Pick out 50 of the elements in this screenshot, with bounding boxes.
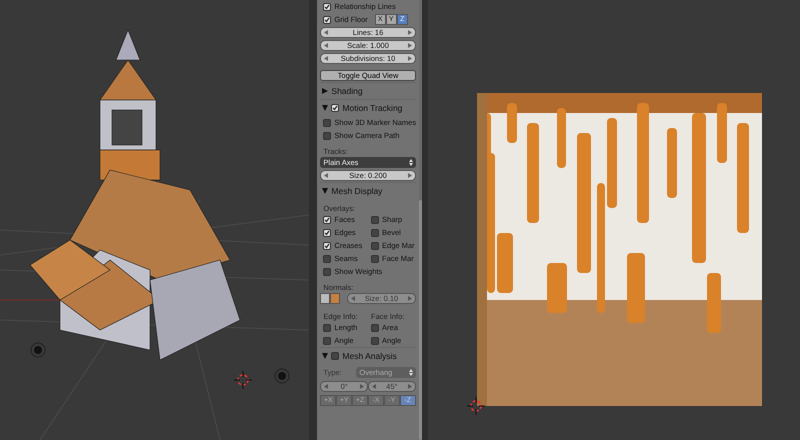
- checkbox[interactable]: [371, 242, 380, 250]
- down-triangle-icon[interactable]: [322, 353, 328, 359]
- checkbox[interactable]: [323, 254, 332, 262]
- left-arrow-icon: [324, 173, 328, 178]
- checkbox[interactable]: [371, 254, 380, 262]
- scrollbar-thumb[interactable]: [418, 200, 422, 440]
- left-arrow-icon: [324, 384, 328, 389]
- right-arrow-icon: [408, 384, 412, 389]
- up-down-arrows-icon: [408, 159, 413, 166]
- right-arrow-icon: [408, 173, 412, 178]
- section-header[interactable]: Motion Tracking: [342, 103, 402, 113]
- empty-object-icon: [274, 368, 290, 384]
- face-normals-icon[interactable]: [330, 293, 340, 304]
- right-arrow-icon: [408, 30, 412, 35]
- checkbox[interactable]: [371, 336, 380, 344]
- left-arrow-icon: [351, 296, 356, 301]
- down-triangle-icon[interactable]: [322, 105, 328, 111]
- checkbox[interactable]: [323, 118, 332, 126]
- checkbox[interactable]: [323, 228, 332, 236]
- section-header[interactable]: Shading: [331, 86, 363, 96]
- empty-object-icon: [30, 342, 46, 358]
- right-arrow-icon: [360, 384, 364, 389]
- checkbox[interactable]: [323, 16, 332, 24]
- checkbox[interactable]: [323, 242, 332, 250]
- checkbox[interactable]: [371, 216, 380, 224]
- left-arrow-icon: [324, 56, 328, 61]
- checkbox[interactable]: [371, 324, 380, 332]
- checkbox[interactable]: [323, 216, 332, 224]
- up-down-arrows-icon: [408, 368, 413, 376]
- left-arrow-icon: [372, 384, 376, 389]
- checkbox[interactable]: [323, 268, 332, 276]
- right-triangle-icon[interactable]: [322, 88, 328, 94]
- 3d-cursor-icon: [466, 396, 486, 416]
- left-arrow-icon: [324, 43, 328, 48]
- checkbox[interactable]: [323, 2, 332, 10]
- down-triangle-icon[interactable]: [322, 188, 328, 194]
- checkbox[interactable]: [331, 104, 340, 112]
- checkbox[interactable]: [323, 324, 332, 332]
- checkbox[interactable]: [371, 228, 380, 236]
- checkbox[interactable]: [331, 352, 340, 360]
- right-arrow-icon: [408, 296, 412, 301]
- right-arrow-icon: [408, 43, 412, 48]
- checkbox[interactable]: [323, 132, 332, 140]
- 3d-cursor-icon: [234, 370, 252, 390]
- section-header[interactable]: Mesh Display: [331, 186, 382, 196]
- right-arrow-icon: [408, 56, 412, 61]
- section-header[interactable]: Mesh Analysis: [342, 351, 397, 361]
- checkbox[interactable]: [323, 336, 332, 344]
- left-arrow-icon: [324, 30, 328, 35]
- vertex-normals-icon[interactable]: [320, 293, 330, 304]
